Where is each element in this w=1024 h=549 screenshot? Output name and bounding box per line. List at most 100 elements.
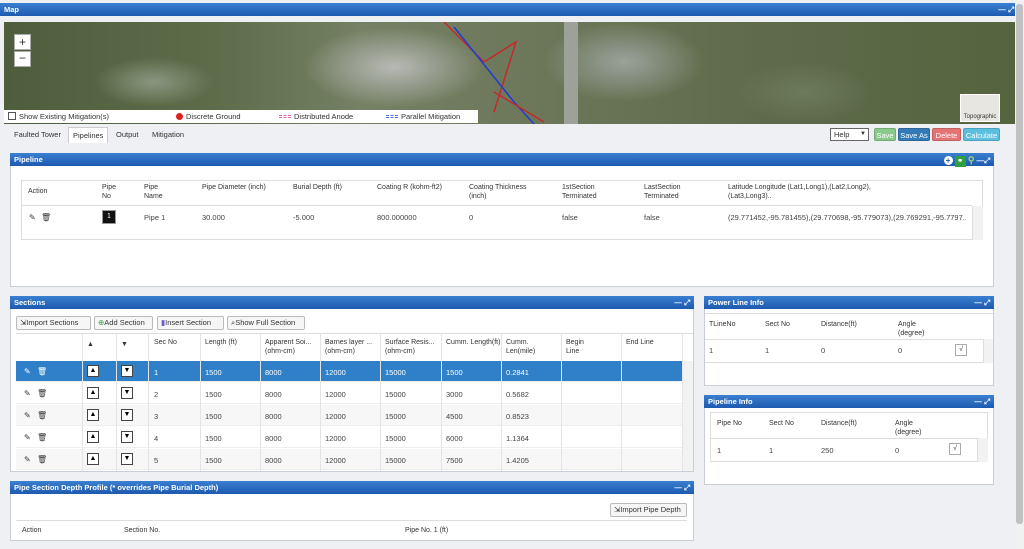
move-down-button[interactable]: ▼ [121, 431, 133, 443]
pipe-no-badge: 1 [102, 210, 116, 224]
move-up-button[interactable]: ▲ [87, 409, 99, 421]
zoom-out-button[interactable]: − [14, 51, 31, 67]
col-cumm-length: Cumm. Length(ft) [446, 339, 501, 346]
column-divider [380, 333, 381, 471]
power-col-tline: TLineNo [709, 321, 736, 328]
edit-icon[interactable]: ✎ [29, 213, 38, 222]
edit-icon[interactable]: ✎ [24, 411, 33, 420]
col-end-line: End Line [626, 339, 654, 346]
basemap-toggle[interactable]: Topographic [960, 94, 1000, 122]
tab-faulted-tower[interactable]: Faulted Tower [14, 130, 61, 139]
tab-pipelines[interactable]: Pipelines [68, 127, 109, 143]
power-line-scrollbar[interactable] [983, 339, 993, 363]
trash-icon[interactable]: 🗑 [41, 213, 51, 222]
pinfo-sect-value: 1 [769, 446, 774, 455]
add-section-button[interactable]: ⊕Add Section [94, 316, 153, 330]
pipe-coating-r: 800.000000 [377, 213, 417, 222]
sections-scrollbar[interactable] [682, 361, 693, 471]
sections-window-controls[interactable]: — ⤢ [674, 296, 690, 309]
expand-icon[interactable]: ⤢ [984, 156, 990, 165]
section-length: 1500 [205, 456, 222, 465]
edit-icon[interactable]: ✎ [24, 367, 33, 376]
import-pipe-depth-button[interactable]: ⇲Import Pipe Depth [610, 503, 687, 517]
tab-bar: Faulted Tower Pipelines Output Mitigatio… [10, 127, 210, 143]
insert-section-button[interactable]: ▮Insert Section [157, 316, 224, 330]
save-as-button[interactable]: Save As [898, 128, 930, 141]
pipeline-scrollbar[interactable] [972, 206, 983, 240]
depth-profile-window-controls[interactable]: — ⤢ [674, 481, 690, 494]
show-full-section-label: Show Full Section [235, 318, 296, 327]
legend-discrete-ground: Discrete Ground [186, 112, 241, 121]
tab-mitigation[interactable]: Mitigation [152, 130, 184, 139]
column-divider [682, 333, 683, 471]
pipeline-info-window-controls[interactable]: — ⤢ [974, 395, 990, 408]
move-down-button[interactable]: ▼ [121, 409, 133, 421]
power-line-window-controls[interactable]: — ⤢ [974, 296, 990, 309]
sections-title: Sections [14, 298, 46, 307]
network-icon[interactable]: ⚭ [954, 156, 966, 167]
power-sect-value: 1 [765, 346, 770, 355]
map-window-controls[interactable]: — ⤢ [998, 3, 1014, 16]
power-line-row [705, 339, 983, 363]
save-button[interactable]: Save [874, 128, 896, 141]
section-cum-mi: 1.4205 [506, 456, 529, 465]
import-sections-label: Import Sections [26, 318, 79, 327]
column-divider [200, 333, 201, 471]
show-existing-checkbox[interactable] [8, 112, 16, 120]
col-latlong: Latitude Longitude (Lat1,Long1),(Lat2,Lo… [728, 184, 871, 200]
power-distance-value: 0 [821, 346, 826, 355]
pinfo-angle-value: 0 [895, 446, 900, 455]
tab-output[interactable]: Output [116, 130, 139, 139]
trash-icon[interactable]: 🗑 [37, 389, 47, 398]
check-icon[interactable]: √ [949, 443, 961, 455]
section-surface: 15000 [385, 368, 406, 377]
move-up-button[interactable]: ▲ [87, 431, 99, 443]
map-pin-icon[interactable]: ⚲ [968, 155, 975, 165]
power-col-distance: Distance(ft) [821, 321, 857, 328]
trash-icon[interactable]: 🗑 [37, 433, 47, 442]
zoom-in-button[interactable]: + [14, 34, 31, 50]
page-scrollbar[interactable] [1015, 0, 1024, 549]
minimize-icon[interactable]: — [977, 156, 985, 165]
column-divider [501, 333, 502, 471]
col-surface-resis: Surface Resis... (ohm-cm) [385, 339, 435, 355]
pipe-last-terminated: false [644, 213, 660, 222]
check-icon[interactable]: √ [955, 344, 967, 356]
show-full-section-button[interactable]: ⌕Show Full Section [227, 316, 305, 330]
edit-icon[interactable]: ✎ [24, 433, 33, 442]
col-action: Action [28, 188, 48, 195]
add-icon[interactable]: + [943, 156, 953, 165]
trash-icon[interactable]: 🗑 [37, 455, 47, 464]
move-up-button[interactable]: ▲ [87, 453, 99, 465]
pipe-name: Pipe 1 [144, 213, 166, 222]
legend-parallel-mitigation: Parallel Mitigation [401, 112, 461, 121]
section-apparent: 8000 [265, 368, 282, 377]
move-up-button[interactable]: ▲ [87, 387, 99, 399]
trash-icon[interactable]: 🗑 [37, 411, 47, 420]
move-down-button[interactable]: ▼ [121, 365, 133, 377]
pinfo-col-pipe: Pipe No [717, 420, 742, 427]
legend-distributed-anode: Distributed Anode [294, 112, 354, 121]
import-sections-button[interactable]: ⇲Import Sections [16, 316, 91, 330]
trash-icon[interactable]: 🗑 [37, 367, 47, 376]
help-select[interactable]: Help ▼ [830, 128, 869, 141]
move-down-button[interactable]: ▼ [121, 387, 133, 399]
move-up-button[interactable]: ▲ [87, 365, 99, 377]
pipeline-info-scrollbar[interactable] [977, 438, 988, 462]
col-burial-depth: Burial Depth (ft) [293, 184, 343, 191]
column-divider [561, 333, 562, 471]
section-apparent: 8000 [265, 412, 282, 421]
calculate-button[interactable]: Calculate [963, 128, 1000, 141]
delete-button[interactable]: Delete [932, 128, 961, 141]
edit-icon[interactable]: ✎ [24, 389, 33, 398]
power-line-title: Power Line Info [708, 298, 764, 307]
pipeline-header: Pipeline + ⚭ ⚲ —⤢ [10, 153, 994, 167]
depth-col-section: Section No. [124, 527, 161, 534]
parallel-mitigation-marker [386, 115, 398, 118]
edit-icon[interactable]: ✎ [24, 455, 33, 464]
page-scrollbar-thumb[interactable] [1016, 4, 1023, 524]
map-view[interactable]: + − Show Existing Mitigation(s) Discrete… [4, 22, 1018, 124]
move-down-button[interactable]: ▼ [121, 453, 133, 465]
pipe-latlong: (29.771452,-95.781455),(29.770698,-95.77… [728, 213, 966, 222]
pinfo-col-distance: Distance(ft) [821, 420, 857, 427]
